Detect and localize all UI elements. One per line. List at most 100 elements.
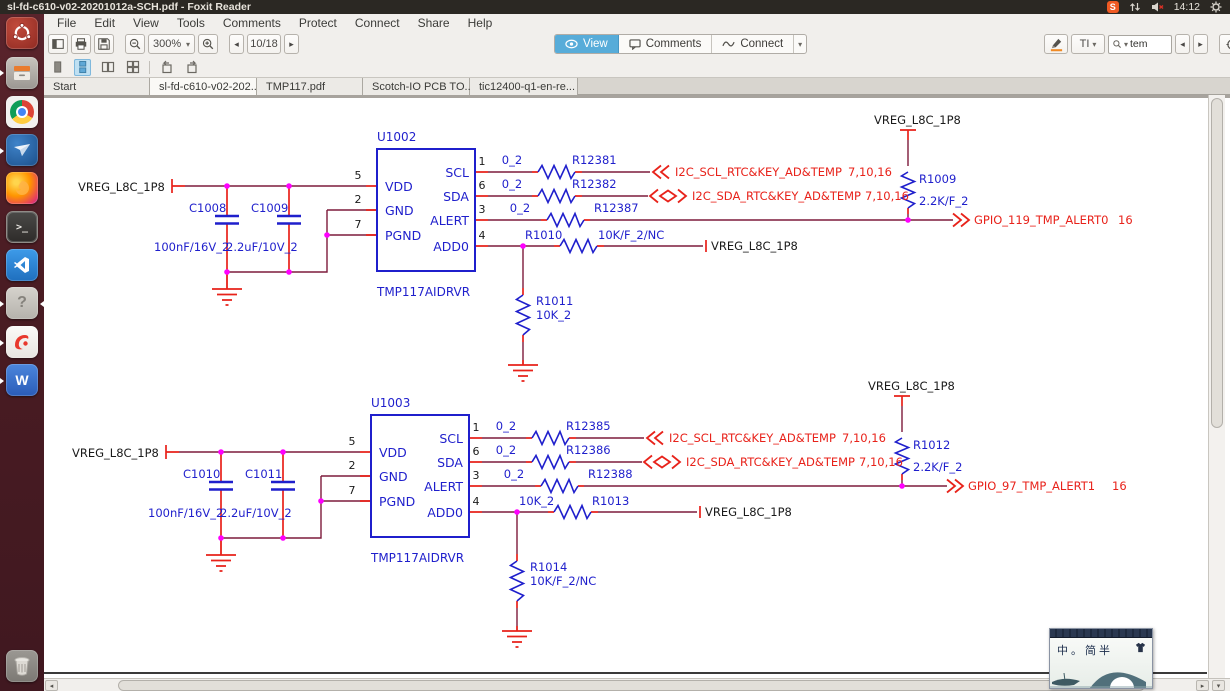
find-next-button[interactable]: ▸ [1193,34,1208,54]
dock-item-unknown-app[interactable]: ? [6,287,38,319]
view-mode-button[interactable]: View [555,35,619,53]
clock[interactable]: 14:12 [1174,1,1200,13]
dock-item-foxit-reader[interactable] [6,326,38,358]
text-select-tool-button[interactable]: TI ▾ [1071,34,1105,54]
tab-tic12400[interactable]: tic12400-q1-en-re... [470,78,578,95]
volume-muted-icon[interactable] [1151,1,1164,13]
prev-page-button[interactable]: ◂ [229,34,244,54]
pin-name: ADD0 [433,239,469,254]
scroll-right-button[interactable]: ▸ [1196,680,1209,691]
dock-item-wps-office[interactable]: W [6,364,38,396]
zoom-out-button[interactable] [125,34,145,54]
power-net-label: VREG_L8C_1P8 [868,379,955,393]
pin-name: SDA [443,189,469,204]
dock-item-vscode[interactable] [6,249,38,281]
text-select-icon: TI [1080,38,1090,50]
find-prev-button[interactable]: ◂ [1175,34,1190,54]
tab-tmp117[interactable]: TMP117.pdf [257,78,363,95]
dock-item-thunderbird[interactable] [6,134,38,166]
connect-icon [722,39,735,49]
pin-name: SCL [445,165,469,180]
tab-label: Scotch-IO PCB TO... [372,81,474,93]
resistor-ref: R12388 [588,467,633,481]
pin-number: 6 [473,445,480,458]
focused-indicator [40,301,44,307]
dock-item-file-manager[interactable] [6,57,38,89]
pin-number: 4 [479,229,486,242]
chip-ref: U1003 [371,396,410,410]
ime-landscape-art [1050,658,1152,688]
cap-value: 100nF/16V_2 [148,506,223,520]
pin-name: SCL [439,431,463,446]
menu-edit[interactable]: Edit [85,16,124,30]
ribbon-mode-switch: View Comments Connect ▾ [554,34,807,54]
menu-tools[interactable]: Tools [168,16,214,30]
save-button[interactable] [94,34,114,54]
chevron-down-icon: ▾ [798,40,802,49]
dock-item-chrome[interactable] [6,96,38,128]
horizontal-scrollbar-thumb[interactable] [118,680,1145,691]
net-label: I2C_SDA_RTC&KEY_AD&TEMP [686,455,855,469]
page-indicator[interactable]: 10/18 [247,34,281,54]
comments-mode-button[interactable]: Comments [619,35,713,53]
page-refs: 7,10,16 [859,455,903,469]
connect-mode-button[interactable]: Connect [712,35,794,53]
sheet-border-line [44,672,1207,674]
zoom-level-combo[interactable]: 300% ▾ [148,34,195,54]
menu-protect[interactable]: Protect [290,16,346,30]
window-title: sl-fd-c610-v02-20201012a-SCH.pdf - Foxit… [0,1,251,13]
eye-icon [565,39,578,49]
terminal-icon: >_ [16,222,28,233]
continuous-page-button[interactable] [74,59,91,76]
single-page-button[interactable] [49,59,66,76]
resistor-value: 10K/F_2/NC [530,574,596,588]
menu-help[interactable]: Help [459,16,502,30]
running-indicator [0,148,4,154]
mode-dropdown-button[interactable]: ▾ [794,35,806,53]
top-panel: sl-fd-c610-v02-20201012a-SCH.pdf - Foxit… [0,0,1230,14]
tab-scotch-io[interactable]: Scotch-IO PCB TO... [363,78,470,95]
rotate-left-button[interactable] [158,59,175,76]
facing-pages-button[interactable] [99,59,116,76]
multi-page-icon [126,60,140,74]
vertical-scrollbar-thumb[interactable] [1211,98,1223,428]
tab-current-document[interactable]: sl-fd-c610-v02-202... X [150,78,257,95]
scroll-left-button[interactable]: ◂ [45,680,58,691]
pin-name: VDD [379,445,407,460]
rotate-right-icon [185,60,199,74]
zoom-in-button[interactable] [198,34,218,54]
pin-number: 2 [355,193,362,206]
rotate-right-button[interactable] [183,59,200,76]
session-gear-icon[interactable] [1210,1,1222,13]
pin-name: GND [379,469,408,484]
scroll-down-button[interactable]: ▾ [1212,680,1225,691]
dock-item-terminal[interactable]: >_ [6,211,38,243]
print-icon [74,37,88,51]
dock-item-trash[interactable] [6,650,38,682]
search-input[interactable]: ▾ tem [1108,35,1172,54]
tab-start[interactable]: Start [44,78,150,95]
multi-page-button[interactable] [124,59,141,76]
ime-status-panel[interactable]: 中。简半 [1049,628,1153,689]
hand-tool-button[interactable]: ▾ [1219,34,1230,54]
dock-item-ubuntu-launcher[interactable] [6,17,38,49]
connect-mode-label: Connect [740,38,783,50]
menu-view[interactable]: View [124,16,168,30]
menu-connect[interactable]: Connect [346,16,409,30]
next-page-button[interactable]: ▸ [284,34,299,54]
sogou-ime-icon[interactable]: S [1107,1,1119,13]
menu-comments[interactable]: Comments [214,16,290,30]
menu-share[interactable]: Share [409,16,459,30]
pin-number: 1 [479,155,486,168]
cap-value: 100nF/16V_2 [154,240,229,254]
find-next-icon: ▸ [1198,39,1203,50]
print-button[interactable] [71,34,91,54]
pin-number: 3 [479,203,486,216]
menu-file[interactable]: File [48,16,85,30]
highlighter-tool-button[interactable] [1044,34,1068,54]
sidebar-panels-button[interactable] [48,34,68,54]
dock-item-firefox[interactable] [6,172,38,204]
resistor-ref: R12386 [566,443,611,457]
network-arrows-icon[interactable] [1129,1,1141,13]
vertical-scrollbar[interactable] [1208,95,1225,678]
